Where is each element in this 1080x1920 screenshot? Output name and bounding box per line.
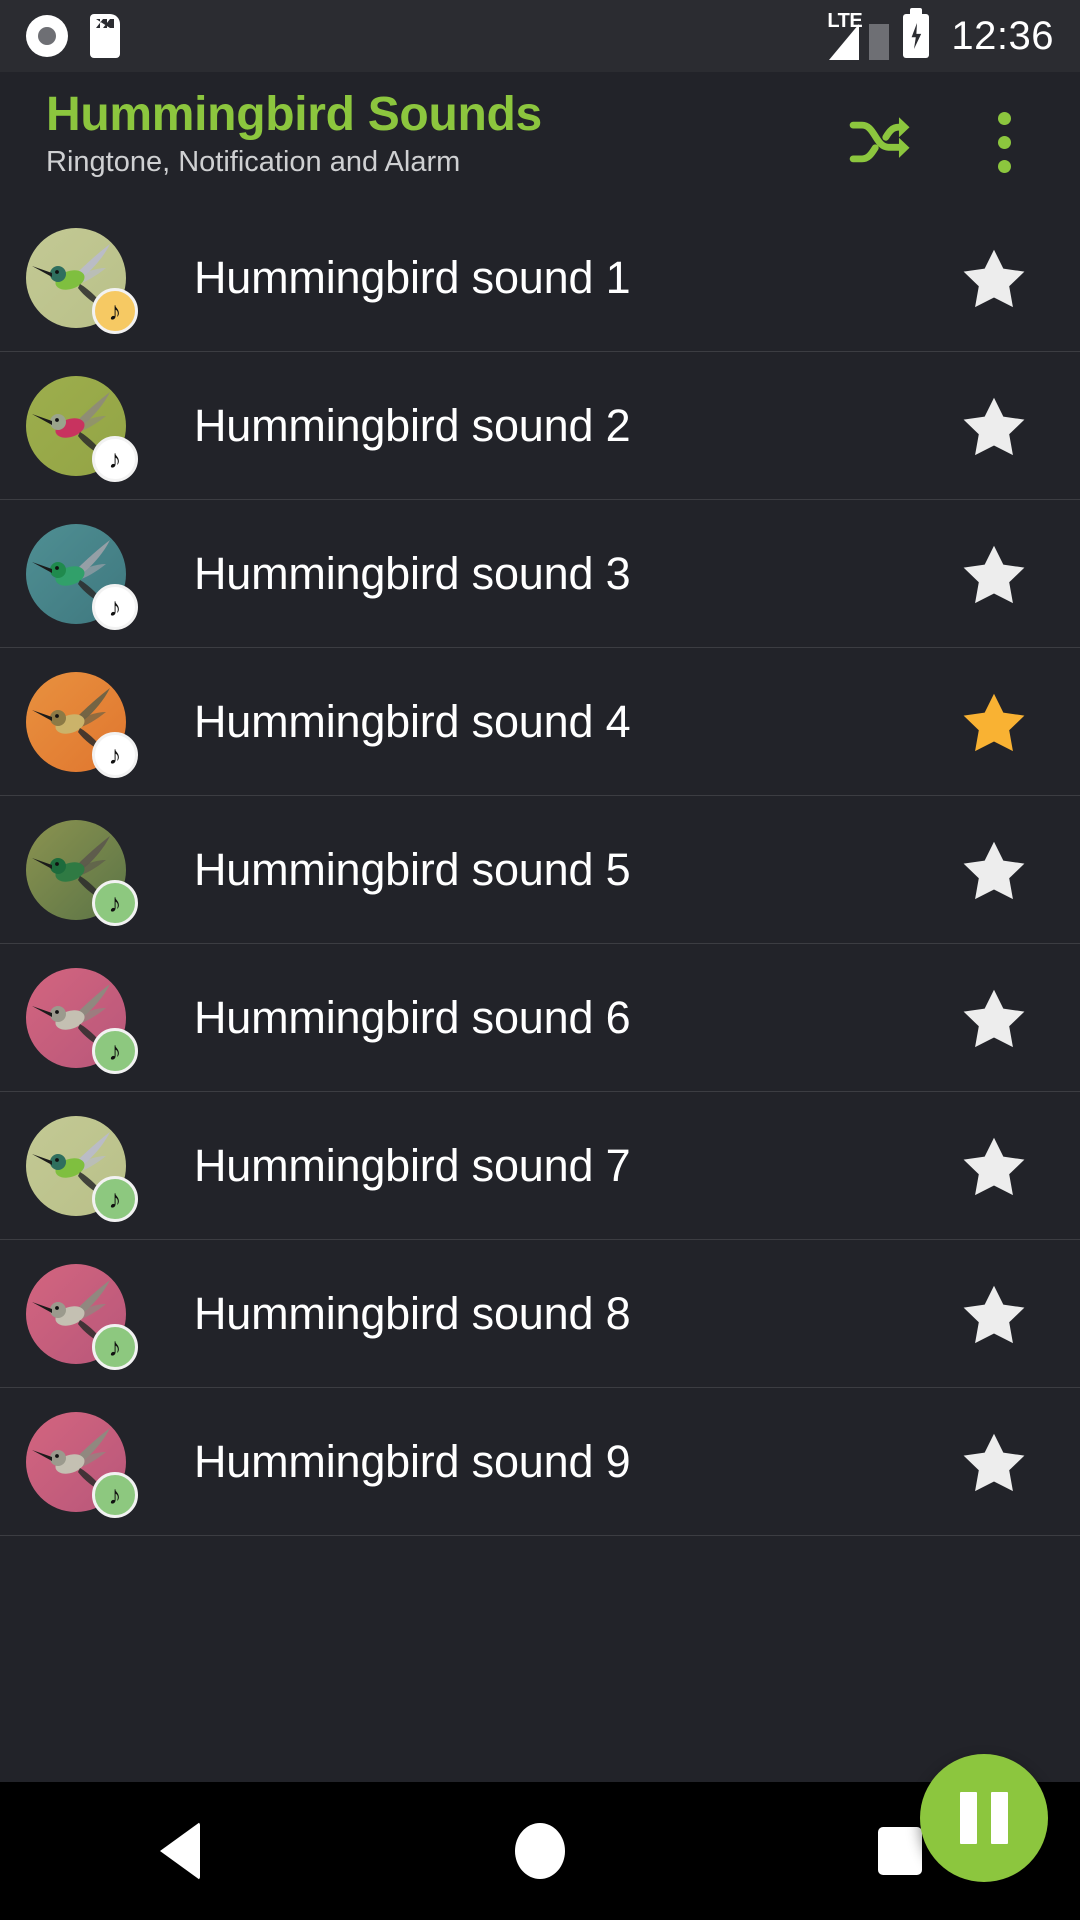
shuffle-arrow-bottom: [898, 137, 910, 158]
sound-list-item[interactable]: ♪ Hummingbird sound 4: [0, 648, 1080, 796]
android-nav-bar: [0, 1782, 1080, 1920]
sound-type-badge-ringtone: ♪: [92, 1175, 138, 1222]
sound-title: Hummingbird sound 6: [194, 991, 631, 1043]
shuffle-arrow-top: [898, 117, 910, 138]
overflow-menu-icon: [997, 111, 1011, 173]
page-title: Hummingbird Sounds: [46, 88, 542, 141]
thumbnail-wrapper: ♪: [26, 671, 138, 778]
music-note-icon: ♪: [108, 1183, 122, 1214]
favorite-star-button[interactable]: [962, 691, 1026, 753]
star-outline-icon: [963, 1137, 1025, 1195]
thumbnail-wrapper: ♪: [26, 227, 138, 334]
app-bar-title-block: Hummingbird Sounds Ringtone, Notificatio…: [46, 84, 844, 204]
record-icon: [26, 15, 68, 57]
sound-list-item[interactable]: ♪ Hummingbird sound 3: [0, 500, 1080, 648]
play-pause-fab[interactable]: [920, 1754, 1048, 1882]
sound-type-badge-notification: ♪: [92, 583, 138, 630]
pause-icon-bar-left: [960, 1792, 977, 1844]
recents-icon: [878, 1827, 922, 1875]
status-bar-right-icons: LTE 12:36: [827, 10, 1054, 60]
music-note-icon: ♪: [108, 295, 122, 326]
sound-title: Hummingbird sound 8: [194, 1287, 631, 1339]
shuffle-button[interactable]: [844, 106, 916, 178]
sound-list-item[interactable]: ♪ Hummingbird sound 2: [0, 352, 1080, 500]
music-note-icon: ♪: [108, 591, 122, 622]
app-bar-actions: [844, 84, 1046, 204]
sound-list[interactable]: ♪ Hummingbird sound 1 ♪ Hummingbird soun…: [0, 204, 1080, 1710]
sound-list-item[interactable]: ♪ Hummingbird sound 7: [0, 1092, 1080, 1240]
sound-title: Hummingbird sound 3: [194, 547, 631, 599]
thumbnail-wrapper: ♪: [26, 967, 138, 1074]
music-note-icon: ♪: [108, 1331, 122, 1362]
thumbnail-wrapper: ♪: [26, 1411, 138, 1518]
star-outline-icon: [963, 1285, 1025, 1343]
star-outline-icon: [963, 989, 1025, 1047]
sd-card-icon: [90, 14, 120, 58]
thumbnail-wrapper: ♪: [26, 523, 138, 630]
thumbnail-wrapper: ♪: [26, 819, 138, 926]
sound-title: Hummingbird sound 5: [194, 843, 631, 895]
star-outline-icon: [963, 545, 1025, 603]
music-note-icon: ♪: [108, 1479, 122, 1510]
favorite-star-button[interactable]: [962, 987, 1026, 1049]
sound-type-badge-alarm: ♪: [92, 287, 138, 334]
signal-bars-filled: [829, 24, 860, 60]
star-outline-icon: [963, 841, 1025, 899]
sound-title: Hummingbird sound 2: [194, 399, 631, 451]
sound-title: Hummingbird sound 7: [194, 1139, 631, 1191]
shuffle-icon: [849, 117, 910, 163]
app-bar: Hummingbird Sounds Ringtone, Notificatio…: [0, 72, 1080, 204]
music-note-icon: ♪: [108, 887, 122, 918]
favorite-star-button[interactable]: [962, 247, 1026, 309]
nav-back-button[interactable]: [100, 1782, 260, 1920]
status-bar: LTE 12:36: [0, 0, 1080, 72]
sound-type-badge-notification: ♪: [92, 731, 138, 778]
sound-type-badge-notification: ♪: [92, 435, 138, 482]
favorite-star-button[interactable]: [962, 543, 1026, 605]
sound-list-item[interactable]: ♪ Hummingbird sound 9: [0, 1388, 1080, 1536]
pause-icon-bar-right: [991, 1792, 1008, 1844]
sound-title: Hummingbird sound 1: [194, 251, 631, 303]
sound-title: Hummingbird sound 9: [194, 1435, 631, 1487]
signal-bars-empty: [869, 24, 890, 60]
sound-list-item[interactable]: ♪ Hummingbird sound 1: [0, 204, 1080, 352]
sound-type-badge-ringtone: ♪: [92, 1471, 138, 1518]
signal-icon: LTE: [827, 10, 890, 60]
sound-title: Hummingbird sound 4: [194, 695, 631, 747]
sound-type-badge-ringtone: ♪: [92, 1027, 138, 1074]
favorite-star-button[interactable]: [962, 395, 1026, 457]
overflow-menu-button[interactable]: [968, 106, 1040, 178]
music-note-icon: ♪: [108, 1035, 122, 1066]
music-note-icon: ♪: [108, 739, 122, 770]
sound-type-badge-ringtone: ♪: [92, 879, 138, 926]
status-bar-left-icons: [26, 14, 120, 58]
star-outline-icon: [963, 249, 1025, 307]
thumbnail-wrapper: ♪: [26, 1263, 138, 1370]
favorite-star-button[interactable]: [962, 1283, 1026, 1345]
status-bar-clock: 12:36: [951, 13, 1054, 58]
star-filled-icon: [963, 693, 1025, 751]
star-outline-icon: [963, 397, 1025, 455]
music-note-icon: ♪: [108, 443, 122, 474]
nav-home-button[interactable]: [460, 1782, 620, 1920]
favorite-star-button[interactable]: [962, 1431, 1026, 1493]
sound-list-item[interactable]: ♪ Hummingbird sound 6: [0, 944, 1080, 1092]
battery-charging-icon: [903, 14, 930, 58]
home-icon: [515, 1823, 565, 1879]
star-outline-icon: [963, 1433, 1025, 1491]
phone-screen: LTE 12:36 Hummingbird Sounds Ringtone, N…: [0, 0, 1080, 1920]
sound-type-badge-ringtone: ♪: [92, 1323, 138, 1370]
thumbnail-wrapper: ♪: [26, 375, 138, 482]
favorite-star-button[interactable]: [962, 839, 1026, 901]
thumbnail-wrapper: ♪: [26, 1115, 138, 1222]
favorite-star-button[interactable]: [962, 1135, 1026, 1197]
sound-list-item[interactable]: ♪ Hummingbird sound 5: [0, 796, 1080, 944]
sound-list-item[interactable]: ♪ Hummingbird sound 8: [0, 1240, 1080, 1388]
page-subtitle: Ringtone, Notification and Alarm: [46, 146, 461, 179]
back-icon: [160, 1822, 200, 1880]
